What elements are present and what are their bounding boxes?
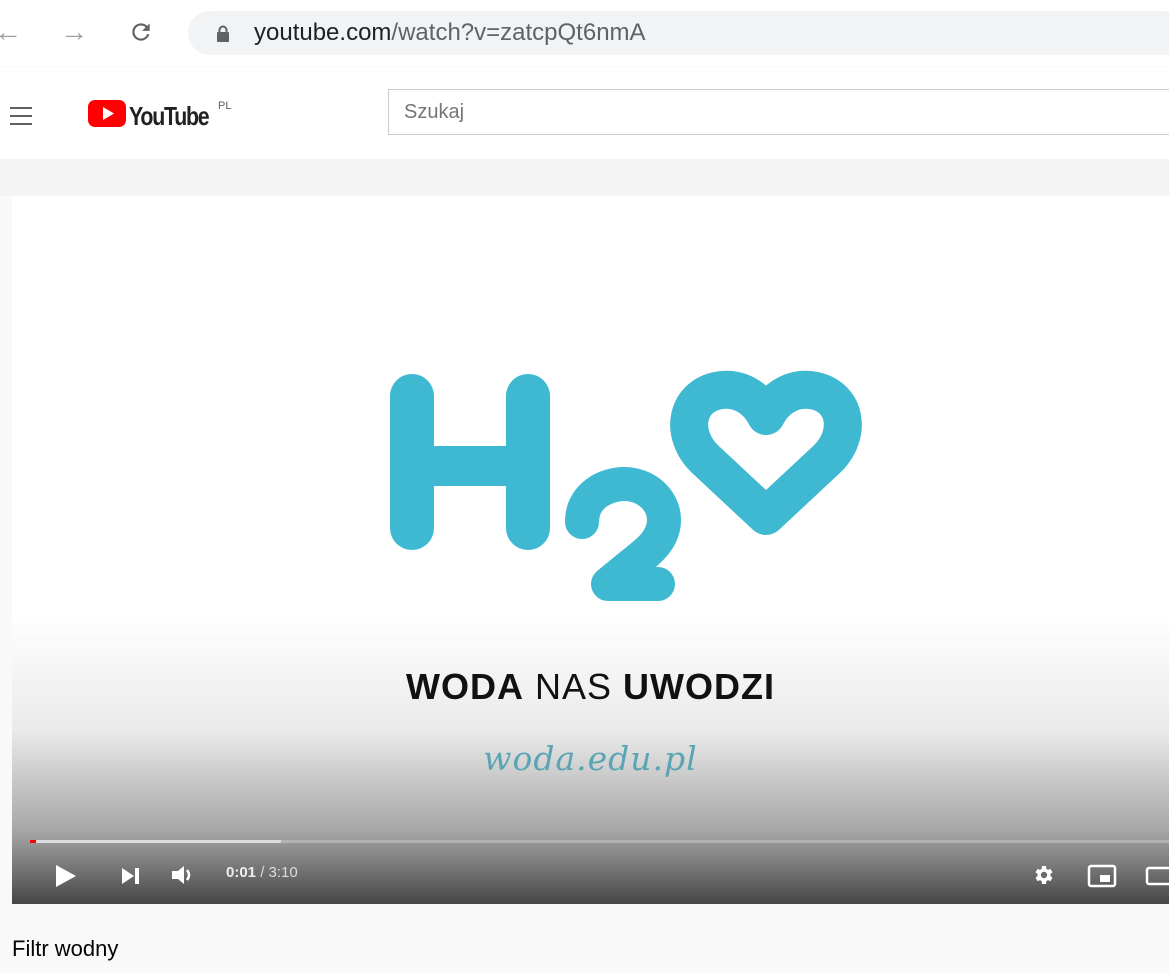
- video-tagline: WODA NAS UWODZI: [405, 666, 775, 707]
- miniplayer-icon[interactable]: [1087, 864, 1117, 893]
- back-arrow-icon[interactable]: ←: [0, 14, 22, 50]
- video-player[interactable]: WODA NAS UWODZI woda.edu.pl 0:01 / 3:10: [12, 196, 1169, 904]
- play-icon[interactable]: [54, 863, 78, 894]
- h2o-heart-logo: [390, 370, 862, 601]
- country-code: PL: [218, 100, 232, 112]
- address-bar[interactable]: youtube.com/watch?v=zatcpQt6nmA: [188, 11, 1169, 55]
- search-input[interactable]: Szukaj: [388, 89, 1169, 135]
- search-placeholder: Szukaj: [404, 101, 465, 123]
- time-display: 0:01 / 3:10: [226, 864, 298, 881]
- next-icon[interactable]: [120, 866, 142, 891]
- forward-arrow-icon[interactable]: →: [60, 14, 88, 50]
- progress-played: [30, 840, 36, 843]
- masthead-spacer: [0, 159, 1169, 196]
- lock-icon: [216, 25, 230, 48]
- youtube-header: YouTube PL Szukaj: [0, 67, 1169, 159]
- video-website: woda.edu.pl: [483, 739, 698, 778]
- progress-bar[interactable]: [30, 840, 1169, 843]
- hamburger-menu-icon[interactable]: [10, 107, 32, 131]
- url-text: youtube.com/watch?v=zatcpQt6nmA: [254, 19, 646, 46]
- theater-mode-icon[interactable]: [1145, 864, 1169, 893]
- reload-icon[interactable]: [128, 14, 154, 54]
- youtube-play-logo-icon: [88, 100, 126, 127]
- settings-gear-icon[interactable]: [1031, 863, 1055, 892]
- youtube-logo[interactable]: YouTube PL: [88, 100, 231, 132]
- video-title: Filtr wodny: [12, 936, 119, 961]
- logo-wordmark: YouTube: [129, 101, 210, 131]
- browser-toolbar: ← → youtube.com/watch?v=zatcpQt6nmA: [0, 0, 1169, 66]
- progress-buffered: [30, 840, 281, 843]
- volume-icon[interactable]: [170, 864, 196, 891]
